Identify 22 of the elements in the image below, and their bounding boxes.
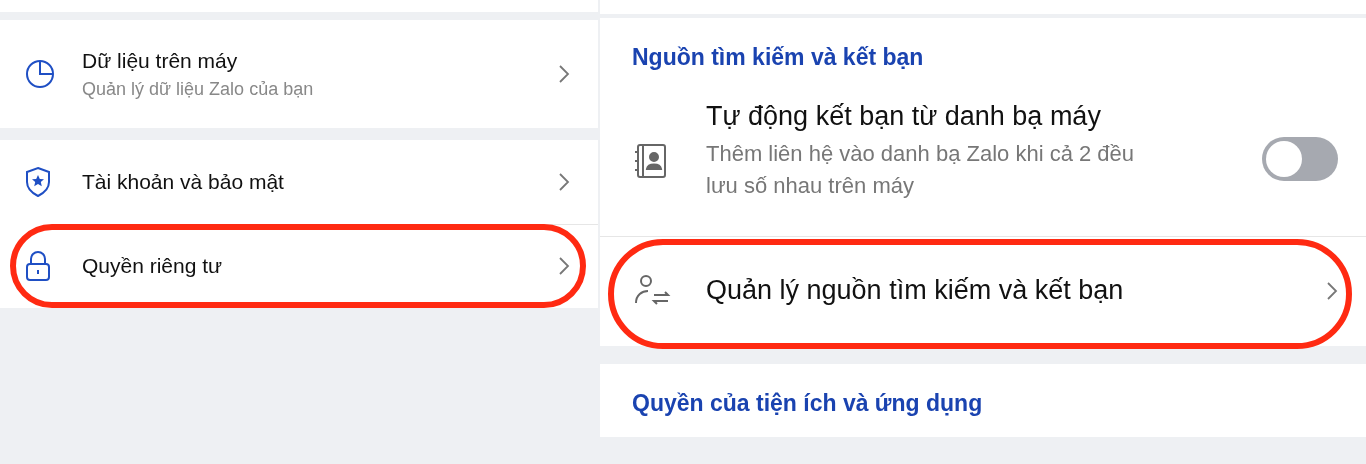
chevron-icon — [558, 172, 570, 192]
item-title: Tự động kết bạn từ danh bạ máy — [706, 101, 1102, 132]
lock-icon — [24, 250, 52, 282]
chevron-icon — [558, 256, 570, 276]
settings-item[interactable]: Dữ liệu trên máy Quản lý dữ liệu Zalo của bạn — [0, 20, 598, 128]
item-title: Quyền riêng tư — [82, 254, 224, 278]
pie-chart-icon — [24, 58, 56, 90]
chevron-icon — [558, 64, 570, 84]
toggle-switch[interactable] — [1262, 137, 1338, 181]
chevron-icon — [1326, 280, 1338, 301]
shield-icon — [24, 166, 52, 198]
item-title: Tài khoản và bảo mật — [82, 170, 285, 194]
settings-item[interactable]: Quản lý nguồn tìm kiếm và kết bạn — [600, 235, 1366, 346]
item-subtitle: Thêm liên hệ vào danh bạ Zalo khi cả 2 đều lưu số nhau trên máy — [706, 140, 1136, 200]
section-header: Quyền của tiện ích và ứng dụng — [631, 388, 984, 418]
item-title: Quản lý nguồn tìm kiếm và kết bạn — [706, 275, 1125, 307]
item-subtitle: Quản lý dữ liệu Zalo của bạn — [82, 78, 315, 100]
item-title: Dữ liệu trên máy — [82, 48, 239, 73]
settings-item[interactable]: Tài khoản và bảo mật — [0, 140, 598, 224]
settings-item[interactable]: Quyền riêng tư — [0, 224, 598, 308]
section-header: Nguồn tìm kiếm và kết bạn — [631, 43, 925, 72]
contact-book-icon — [634, 143, 668, 179]
